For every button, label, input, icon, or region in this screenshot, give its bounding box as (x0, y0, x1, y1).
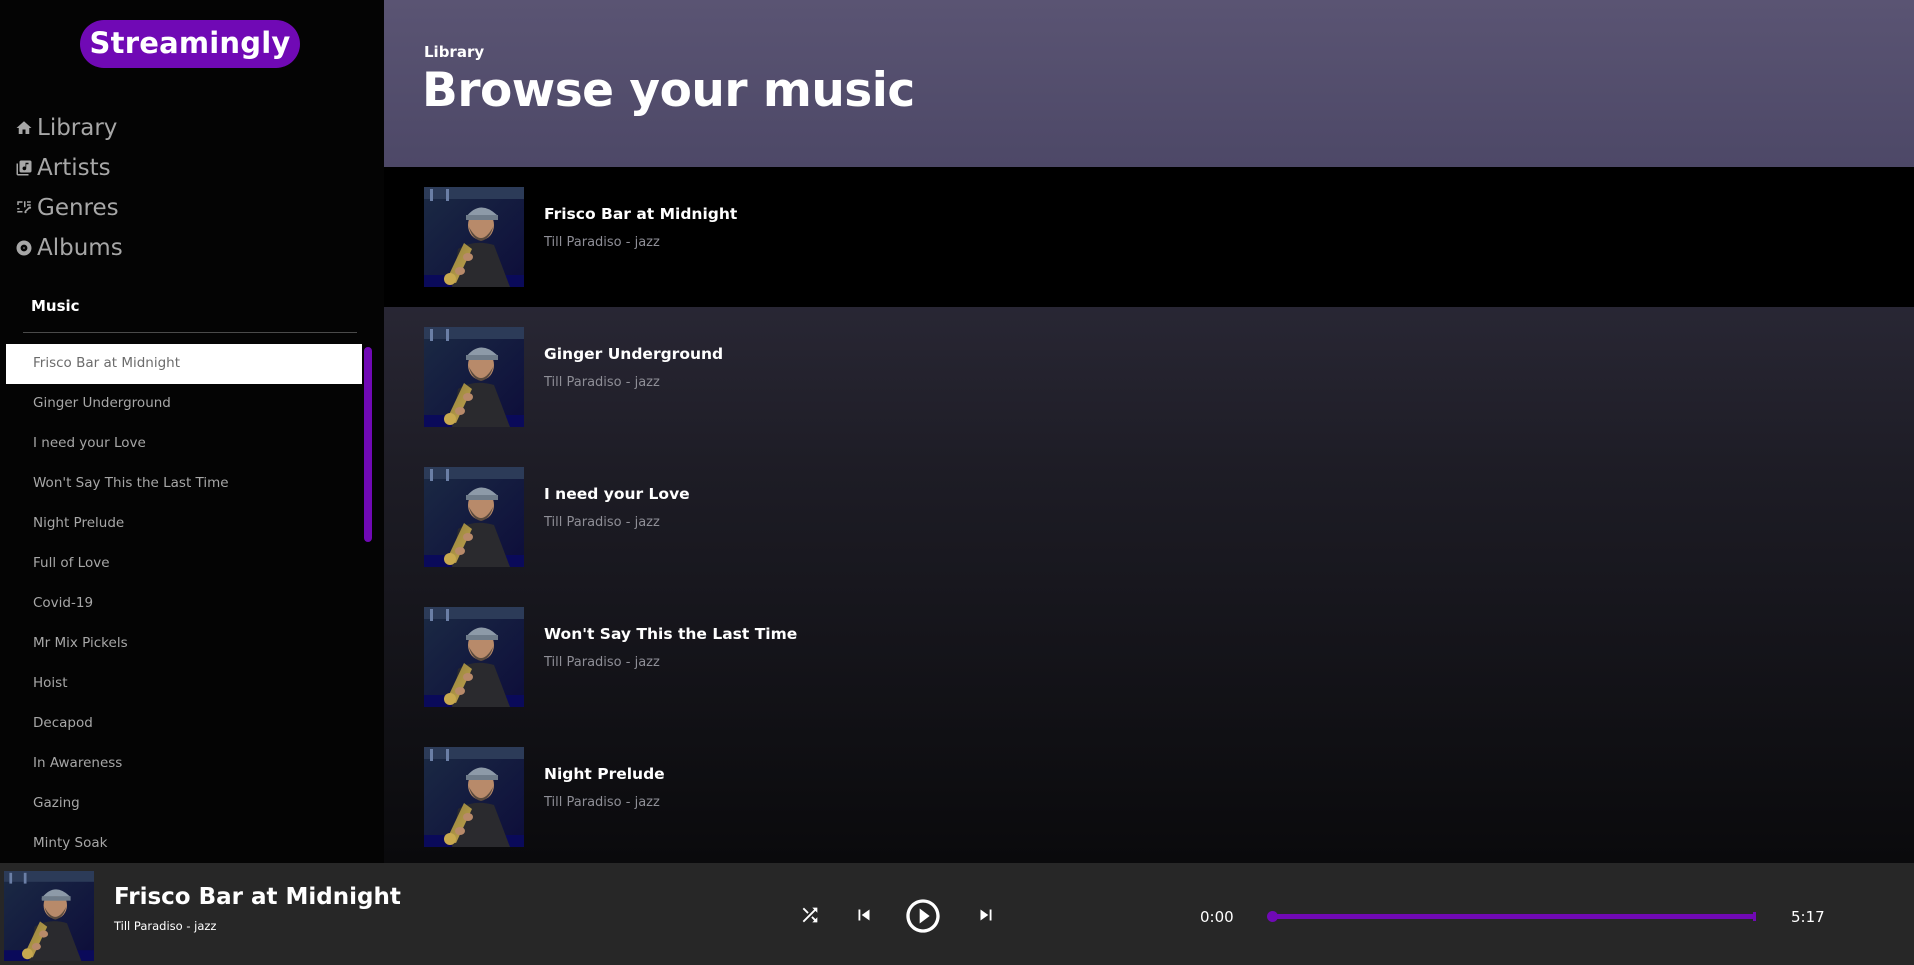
song-row[interactable]: I need your Love Till Paradiso - jazz (384, 447, 1914, 587)
song-title: Won't Say This the Last Time (544, 625, 798, 643)
track-list-item[interactable]: Full of Love (6, 544, 362, 584)
page-header: Library Browse your music (384, 0, 1914, 167)
track-list-item[interactable]: I need your Love (6, 424, 362, 464)
song-list: Frisco Bar at Midnight Till Paradiso - j… (384, 167, 1914, 863)
song-artist-genre: Till Paradiso - jazz (544, 655, 660, 670)
logo-container: Streamingly (0, 20, 380, 68)
nav-item-artists[interactable]: Artists (14, 148, 123, 188)
album-cover-image (424, 747, 524, 847)
current-time: 0:00 (1200, 908, 1234, 926)
track-list-item[interactable]: Night Prelude (6, 504, 362, 544)
album-cover-image (424, 467, 524, 567)
sidebar: Streamingly Library Artists Genres Album… (0, 0, 384, 863)
album-cover-image (424, 327, 524, 427)
main-content: Library Browse your music Frisco Bar at … (384, 0, 1914, 863)
total-time: 5:17 (1791, 908, 1825, 926)
progress-end-marker (1753, 912, 1756, 921)
progress-handle[interactable] (1267, 911, 1278, 922)
song-artist-genre: Till Paradiso - jazz (544, 515, 660, 530)
song-artist-genre: Till Paradiso - jazz (544, 235, 660, 250)
song-artist-genre: Till Paradiso - jazz (544, 375, 660, 390)
play-button[interactable] (903, 896, 943, 936)
nav-item-label: Genres (37, 195, 119, 221)
play-circle-icon (906, 899, 940, 933)
song-title: I need your Love (544, 485, 690, 503)
nav-item-label: Library (37, 115, 118, 141)
track-list-item[interactable]: Hoist (6, 664, 362, 704)
nav-item-library[interactable]: Library (14, 108, 123, 148)
breadcrumb: Library (424, 43, 485, 61)
page-title: Browse your music (422, 63, 915, 118)
previous-button[interactable] (852, 903, 876, 927)
library-music-icon (14, 158, 34, 178)
track-list-item[interactable]: Frisco Bar at Midnight (6, 344, 362, 384)
track-list-item[interactable]: Ginger Underground (6, 384, 362, 424)
shuffle-icon (802, 907, 818, 923)
progress-slider[interactable] (1267, 911, 1756, 922)
song-row[interactable]: Frisco Bar at Midnight Till Paradiso - j… (384, 167, 1914, 307)
album-icon (14, 238, 34, 258)
now-playing-cover-image (4, 871, 94, 961)
home-icon (14, 118, 34, 138)
skip-previous-icon (858, 909, 870, 921)
nav-item-genres[interactable]: Genres (14, 188, 123, 228)
nav-item-albums[interactable]: Albums (14, 228, 123, 268)
song-title: Ginger Underground (544, 345, 724, 363)
track-list-item[interactable]: Mr Mix Pickels (6, 624, 362, 664)
song-artist-genre: Till Paradiso - jazz (544, 795, 660, 810)
nav-item-label: Albums (37, 235, 123, 261)
song-row[interactable]: Won't Say This the Last Time Till Paradi… (384, 587, 1914, 727)
track-list-item[interactable]: Won't Say This the Last Time (6, 464, 362, 504)
now-playing-artist-genre: Till Paradiso - jazz (114, 919, 217, 933)
divider (23, 332, 357, 333)
album-cover-image (424, 187, 524, 287)
track-list-item[interactable]: Gazing (6, 784, 362, 824)
track-list-item[interactable]: Minty Soak (6, 824, 362, 863)
next-button[interactable] (974, 903, 998, 927)
album-cover-image (424, 607, 524, 707)
track-list: Frisco Bar at Midnight Ginger Undergroun… (6, 344, 362, 863)
main-nav: Library Artists Genres Albums (14, 108, 123, 268)
track-list-item[interactable]: Decapod (6, 704, 362, 744)
nav-item-label: Artists (37, 155, 111, 181)
song-row[interactable]: Ginger Underground Till Paradiso - jazz (384, 307, 1914, 447)
track-list-item[interactable]: Covid-19 (6, 584, 362, 624)
app-logo[interactable]: Streamingly (79, 20, 301, 68)
skip-next-icon (980, 909, 992, 921)
song-row[interactable]: Night Prelude Till Paradiso - jazz (384, 727, 1914, 863)
now-playing-title: Frisco Bar at Midnight (114, 884, 401, 910)
genres-icon (14, 198, 34, 218)
track-list-item[interactable]: In Awareness (6, 744, 362, 784)
music-section-title: Music (31, 297, 80, 315)
shuffle-button[interactable] (798, 903, 822, 927)
song-title: Frisco Bar at Midnight (544, 205, 738, 223)
sidebar-scrollbar[interactable] (364, 347, 372, 542)
song-title: Night Prelude (544, 765, 665, 783)
